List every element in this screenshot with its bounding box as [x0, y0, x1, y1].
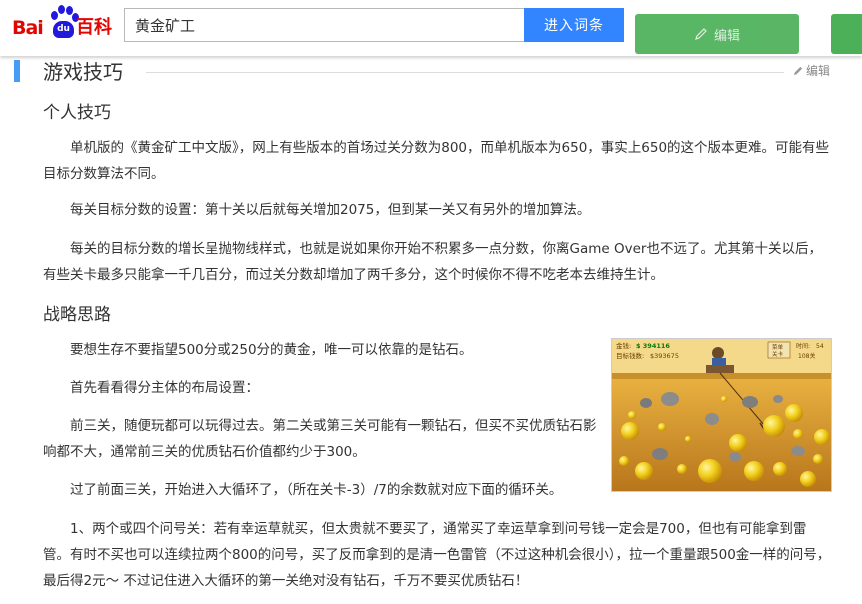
paragraph: 首先看看得分主体的布局设置：: [70, 380, 259, 396]
search-input[interactable]: [124, 8, 525, 42]
time-label: 时间:: [796, 342, 810, 350]
level-value: 108关: [798, 352, 815, 360]
gold-miner-screenshot[interactable]: 金钱: $ 394116 目标钱数: $393675 菜单 关卡 时间: 54 …: [611, 338, 832, 492]
logo-baike-text: 百科: [76, 17, 112, 38]
secondary-action-button[interactable]: [831, 14, 862, 54]
menu-label: 菜单: [772, 343, 784, 351]
goal-value: $393675: [650, 352, 679, 360]
section-divider: [146, 72, 784, 73]
pencil-icon: [695, 28, 707, 40]
time-value: 54: [816, 343, 824, 350]
subsection-title-strategy: 战略思路: [43, 305, 111, 325]
paragraph: 单机版的《黄金矿工中文版》，网上有些版本的首场过关分数为800，而单机版本为65…: [43, 140, 830, 182]
baidu-baike-logo[interactable]: Bai du 百科: [10, 4, 118, 48]
paragraph: 1、两个或四个问号关：若有幸运草就买，但太贵就不要买了，通常买了幸运草拿到问号钱…: [43, 521, 831, 589]
edit-entry-label: 编辑: [713, 28, 740, 44]
logo-bai-text: Bai: [12, 17, 44, 39]
paw-icon: du: [48, 5, 79, 41]
top-bar: Bai du 百科 进入词条 编辑: [0, 0, 862, 56]
section-accent-bar: [14, 60, 20, 82]
gold-miner-scene: 金钱: $ 394116 目标钱数: $393675 菜单 关卡 时间: 54 …: [612, 339, 831, 491]
section-header: 游戏技巧 编辑: [12, 56, 850, 92]
paragraph: 每关目标分数的设置：第十关以后就每关增加2075，但到某一关又有另外的增加算法。: [70, 202, 591, 218]
section-title: 游戏技巧: [43, 58, 127, 86]
paragraph: 每关的目标分数的增长呈抛物线样式，也就是说如果你开始不积累多一点分数，你离Gam…: [43, 241, 822, 283]
section-edit-link[interactable]: 编辑: [793, 62, 830, 79]
subsection-title-personal-tips: 个人技巧: [43, 103, 111, 123]
edit-entry-button[interactable]: 编辑: [635, 14, 799, 54]
money-value: $ 394116: [636, 342, 670, 350]
pencil-icon: [793, 66, 803, 76]
logo-du-text: du: [53, 21, 74, 38]
article-content: 游戏技巧 编辑 个人技巧 单机版的《黄金矿工中文版》，网上有些版本的首场过关分数…: [12, 56, 862, 604]
goal-label: 目标钱数:: [616, 351, 644, 360]
paragraph: 要想生存不要指望500分或250分的黄金，唯一可以依靠的是钻石。: [70, 342, 473, 358]
section-edit-label: 编辑: [806, 64, 831, 78]
paragraph: 前三关，随便玩都可以玩得过去。第二关或第三关可能有一颗钻石，但买不买优质钻石影响…: [43, 418, 597, 460]
level-label: 关卡: [772, 350, 784, 358]
money-label: 金钱:: [616, 341, 631, 350]
enter-entry-button[interactable]: 进入词条: [524, 8, 624, 42]
